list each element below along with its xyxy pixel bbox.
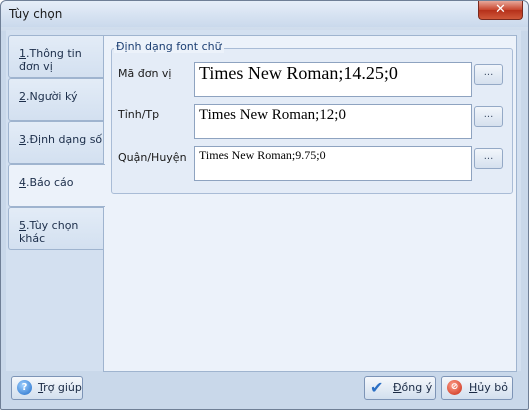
tab-text: .Tùy chọn khác: [19, 219, 79, 245]
tab-text: .Người ký: [26, 90, 78, 103]
cancel-icon: ⊘: [447, 380, 462, 395]
ma-don-vi-font-picker-button[interactable]: ...: [474, 64, 503, 85]
group-title: Định dạng font chữ: [114, 40, 224, 53]
help-button[interactable]: ? Trợ giúp: [11, 376, 83, 400]
tab-list: 1.Thông tin đơn vị 2.Người ký 3.Định dạn…: [8, 35, 105, 250]
tab-text: .Báo cáo: [26, 176, 74, 189]
tab-label: 3.Định dạng số: [19, 133, 102, 146]
tab-text: .Thông tin đơn vị: [19, 47, 82, 73]
tab-text: .Định dạng số: [26, 133, 103, 146]
field-value: Times New Roman;14.25;0: [199, 63, 398, 83]
tab-dinh-dang-so[interactable]: 3.Định dạng số: [8, 121, 104, 164]
field-label-tinh-tp: Tỉnh/Tp: [118, 108, 160, 121]
field-label-ma-don-vi: Mã đơn vị: [118, 67, 172, 80]
window-title: Tùy chọn: [9, 7, 63, 21]
tab-label: 5.Tùy chọn khác: [19, 219, 104, 245]
tab-bao-cao[interactable]: 4.Báo cáo: [8, 164, 105, 207]
tab-label: 4.Báo cáo: [19, 176, 74, 189]
tinh-tp-font-picker-button[interactable]: ...: [474, 106, 503, 127]
tinh-tp-font-field[interactable]: Times New Roman;12;0: [194, 104, 472, 139]
tab-nguoi-ky[interactable]: 2.Người ký: [8, 78, 104, 121]
ma-don-vi-font-field[interactable]: Times New Roman;14.25;0: [194, 62, 472, 97]
tab-label: 1.Thông tin đơn vị: [19, 47, 104, 73]
help-icon: ?: [17, 380, 32, 395]
ok-label: Đồng ý: [393, 381, 433, 394]
tab-tuy-chon-khac[interactable]: 5.Tùy chọn khác: [8, 207, 104, 250]
cancel-label: Hủy bỏ: [469, 381, 508, 394]
help-label: Trợ giúp: [38, 381, 82, 394]
quan-huyen-font-field[interactable]: Times New Roman;9.75;0: [194, 146, 472, 181]
ok-button[interactable]: ✔ Đồng ý: [364, 376, 436, 400]
close-button[interactable]: ✕: [478, 1, 523, 20]
checkmark-icon: ✔: [370, 378, 384, 397]
field-value: Times New Roman;9.75;0: [199, 148, 326, 162]
tab-thong-tin-don-vi[interactable]: 1.Thông tin đơn vị: [8, 35, 104, 78]
tab-number: 4: [19, 176, 26, 189]
tab-number: 1: [19, 47, 26, 60]
close-icon: ✕: [495, 2, 506, 17]
field-value: Times New Roman;12;0: [199, 107, 346, 123]
tab-label: 2.Người ký: [19, 90, 77, 103]
tab-number: 2: [19, 90, 26, 103]
tab-number: 3: [19, 133, 26, 146]
quan-huyen-font-picker-button[interactable]: ...: [474, 148, 503, 169]
tab-number: 5: [19, 219, 26, 232]
cancel-button[interactable]: ⊘ Hủy bỏ: [441, 376, 513, 400]
field-label-quan-huyen: Quận/Huyện: [118, 151, 187, 164]
title-bar[interactable]: Tùy chọn ✕: [1, 1, 528, 27]
